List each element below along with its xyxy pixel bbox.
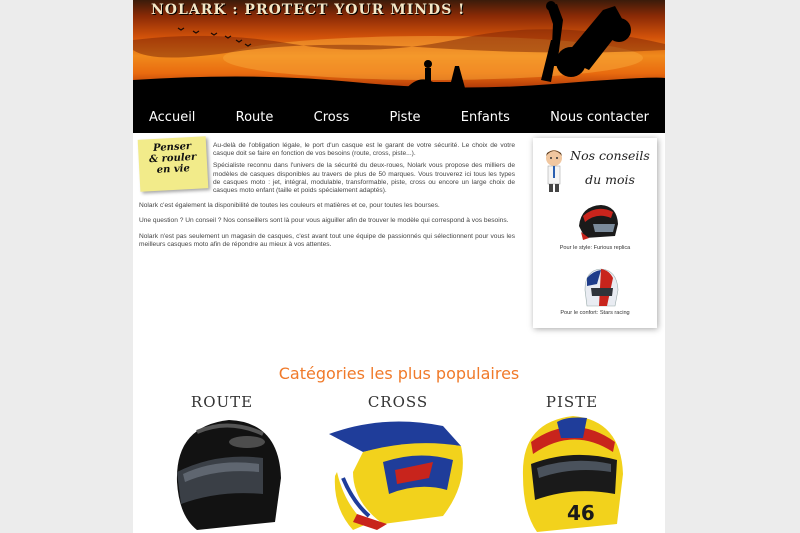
advice-caption: Pour le style: Furious replica [559,245,631,251]
furious-replica-helmet-icon[interactable] [575,202,621,242]
category-label-piste[interactable]: PISTE [517,393,627,411]
advice-title-line: Nos conseils [570,148,650,163]
nav-item-nous-contacter[interactable]: Nous contacter [550,110,649,125]
stars-racing-helmet-icon[interactable] [581,266,621,310]
nav-item-enfants[interactable]: Enfants [461,110,510,125]
category-label-route[interactable]: ROUTE [167,393,277,411]
advice-caption: Pour le confort: Stars racing [560,310,630,316]
intro-paragraph: Une question ? Un conseil ? Nos conseill… [139,217,509,225]
yellow-blue-cross-helmet-icon[interactable] [323,412,473,532]
nav-item-accueil[interactable]: Accueil [149,110,195,125]
monthly-advice-box: Nos conseils du mois Pour le style: Furi… [533,138,657,328]
site-title: NOLARK : PROTECT YOUR MINDS ! [151,2,466,18]
yellow-racing-helmet-icon[interactable]: 46 [517,412,627,532]
advice-title-line: du mois [585,172,635,187]
nav-item-route[interactable]: Route [236,110,274,125]
intro-paragraph: Spécialiste reconnu dans l'univers de la… [213,162,515,195]
svg-text:46: 46 [567,501,595,525]
header-banner: NOLARK : PROTECT YOUR MINDS ! Accueil Ro… [133,0,665,133]
postit-note: Penser & rouler en vie [137,136,209,192]
page: NOLARK : PROTECT YOUR MINDS ! Accueil Ro… [133,0,665,533]
category-label-cross[interactable]: CROSS [343,393,453,411]
nav-item-cross[interactable]: Cross [314,110,350,125]
intro-paragraph: Nolark c'est également la disponibilité … [139,202,440,210]
categories-title: Catégories les plus populaires [278,364,520,383]
nav-item-piste[interactable]: Piste [390,110,421,125]
main-nav: Accueil Route Cross Piste Enfants Nous c… [133,104,665,130]
advice-title: Nos conseils du mois [565,144,655,192]
intro-text: Au-delà de l'obligation légale, le port … [139,142,515,256]
black-road-helmet-icon[interactable] [167,412,287,532]
intro-paragraph: Nolark n'est pas seulement un magasin de… [139,232,515,248]
intro-paragraph: Au-delà de l'obligation légale, le port … [213,142,515,158]
